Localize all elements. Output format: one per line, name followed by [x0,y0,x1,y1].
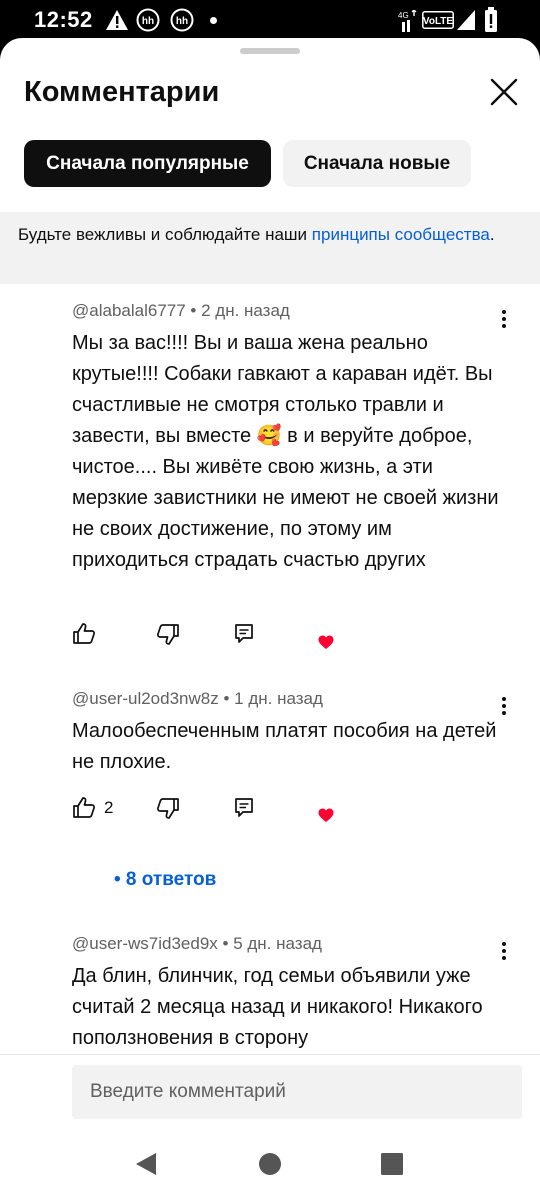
comment-menu-button[interactable] [492,692,516,720]
hh-icon: hh [170,8,194,37]
community-guidelines-link[interactable]: принципы сообщества [312,225,490,244]
network-label: 4G [398,11,409,20]
comment-author[interactable]: @user-ws7id3ed9x [72,934,218,953]
notice-text: Будьте вежливы и соблюдайте наши [18,225,312,244]
comment-author[interactable]: @alabalal6777 [72,301,186,320]
sheet-title: Комментарии [24,76,220,108]
comment-item: @alabalal6777 • 2 дн. назад Мы за вас!!!… [72,300,512,576]
comment-time: 1 дн. назад [234,689,323,708]
comment-meta: @user-ul2od3nw8z • 1 дн. назад [72,688,512,710]
nav-home-button[interactable] [255,1149,285,1179]
reply-icon [235,624,253,643]
dislike-button[interactable] [156,793,180,823]
signal-icon [456,9,476,36]
comment-meta: @alabalal6777 • 2 дн. назад [72,300,512,322]
drag-handle[interactable] [240,48,300,54]
comment-text: Да блин, блинчик, год семьи объявили уже… [72,965,483,1049]
community-notice: Будьте вежливы и соблюдайте наши принцип… [0,212,540,284]
recents-square-icon [381,1153,403,1175]
dot-icon [210,17,217,24]
hh-label: hh [142,16,154,27]
meta-separator: • [217,934,234,953]
sort-chip-popular[interactable]: Сначала популярные [24,140,271,187]
back-triangle-icon [136,1153,156,1175]
status-bar: 12:52 hh hh 4G VoLTE [0,0,540,40]
volte-icon: VoLTE [422,11,454,34]
nav-recents-button[interactable] [377,1149,407,1179]
warning-icon [105,9,129,36]
nav-back-button[interactable] [131,1149,161,1179]
notice-end: . [489,225,495,244]
reply-button[interactable] [234,619,256,649]
battery-icon [484,7,498,38]
sort-chip-newest[interactable]: Сначала новые [283,140,471,187]
comment-meta: @user-ws7id3ed9x • 5 дн. назад [72,933,512,955]
thumbs-up-icon [73,623,95,644]
like-button[interactable]: 2 [72,793,113,823]
close-button[interactable] [484,72,524,112]
comment-item: @user-ws7id3ed9x • 5 дн. назад Да блин, … [72,933,512,1054]
reply-button[interactable] [234,793,256,823]
view-replies-button[interactable]: • 8 ответов [114,869,216,891]
thumbs-down-icon [157,798,179,819]
like-count: 2 [104,798,114,817]
comments-sheet: Комментарии Сначала популярные Сначала н… [0,38,540,1200]
dislike-button[interactable] [156,619,180,649]
comment-text: Малообеспеченным платят пособия на детей… [72,720,497,773]
creator-heart-icon [318,808,334,828]
status-time: 12:52 [34,7,93,32]
comment-menu-button[interactable] [492,937,516,965]
like-button[interactable] [72,619,104,649]
comment-item: @user-ul2od3nw8z • 1 дн. назад Малообесп… [72,688,512,778]
creator-heart-icon [318,635,334,655]
comment-input[interactable] [72,1065,522,1119]
thumbs-up-icon [73,797,95,818]
comment-menu-button[interactable] [492,305,516,333]
home-circle-icon [259,1153,281,1175]
comment-text: Мы за вас!!!! Вы и ваша жена реально кру… [72,332,499,571]
volte-label: VoLTE [423,16,454,27]
comment-author[interactable]: @user-ul2od3nw8z [72,689,219,708]
system-nav-bar [0,1127,540,1200]
reply-icon [235,798,253,817]
composer-divider [0,1054,540,1055]
meta-separator: • [185,301,202,320]
comment-time: 2 дн. назад [201,301,290,320]
hh-icon: hh [136,8,160,37]
hh-label: hh [176,16,188,27]
thumbs-down-icon [157,624,179,645]
meta-separator: • [218,689,235,708]
signal-4g-icon: 4G [398,9,420,37]
comment-time: 5 дн. назад [233,934,322,953]
close-icon [490,78,518,106]
